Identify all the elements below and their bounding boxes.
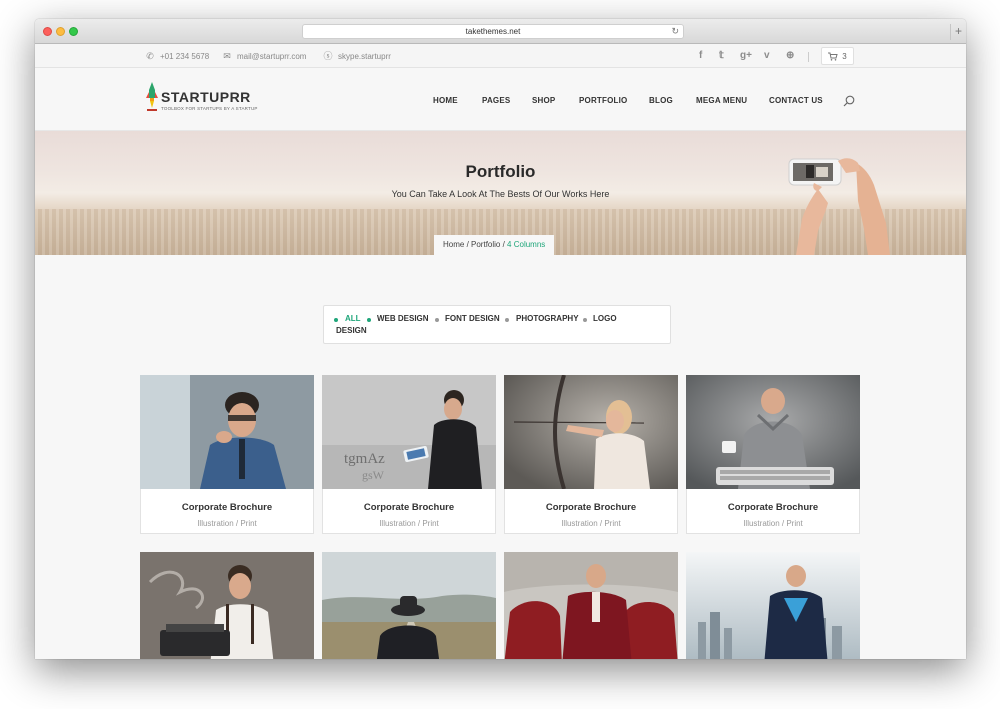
breadcrumb: Home / Portfolio / 4 Columns: [434, 235, 555, 255]
filter-bullet: [367, 318, 371, 322]
portfolio-category: Illustration / Print: [561, 519, 621, 528]
new-tab-button[interactable]: +: [950, 24, 966, 40]
reload-icon[interactable]: ↻: [671, 25, 679, 38]
filter-bullet: [435, 318, 439, 322]
portfolio-category: Illustration / Print: [743, 519, 803, 528]
filter-bullet: [334, 318, 338, 322]
phone-item: ✆ +01 234 5678: [145, 51, 209, 61]
breadcrumb-portfolio[interactable]: Portfolio: [471, 240, 500, 249]
filter-photography[interactable]: PHOTOGRAPHY: [516, 314, 579, 323]
dribbble-icon[interactable]: ⊕: [786, 50, 794, 61]
nav-home[interactable]: HOME: [433, 96, 458, 105]
portfolio-content: ALL WEB DESIGN FONT DESIGN PHOTOGRAPHY L…: [35, 255, 966, 659]
portfolio-card[interactable]: Corporate Brochure Illustration / Print: [140, 375, 314, 534]
minimize-window-button[interactable]: [56, 27, 65, 36]
filter-design[interactable]: DESIGN: [336, 326, 367, 335]
breadcrumb-current: 4 Columns: [507, 240, 546, 249]
portfolio-image: tgmAz gsW: [322, 375, 496, 489]
portfolio-image: [140, 375, 314, 489]
cart-icon: [828, 52, 838, 61]
filter-web-design[interactable]: WEB DESIGN: [377, 314, 429, 323]
close-window-button[interactable]: [43, 27, 52, 36]
portfolio-image: [504, 375, 678, 489]
facebook-icon[interactable]: f: [699, 50, 702, 61]
portfolio-category: Illustration / Print: [379, 519, 439, 528]
browser-window: takethemes.net ↻ + ✆ +01 234 5678 ✉ mail…: [35, 19, 966, 659]
svg-text:gsW: gsW: [362, 468, 385, 482]
portfolio-card[interactable]: [686, 552, 860, 659]
portfolio-image: [140, 552, 314, 659]
nav-shop[interactable]: SHOP: [532, 96, 555, 105]
address-text: takethemes.net: [465, 27, 521, 36]
vimeo-icon[interactable]: v: [764, 50, 770, 61]
twitter-icon[interactable]: 𝕥: [719, 50, 724, 61]
breadcrumb-separator: /: [464, 240, 472, 249]
filter-all[interactable]: ALL: [345, 314, 361, 323]
phone-icon: ✆: [146, 51, 154, 61]
address-bar[interactable]: takethemes.net ↻: [302, 24, 684, 39]
portfolio-card[interactable]: [140, 552, 314, 659]
mail-icon: ✉: [223, 51, 231, 61]
portfolio-title[interactable]: Corporate Brochure: [141, 502, 313, 513]
portfolio-title[interactable]: Corporate Brochure: [687, 502, 859, 513]
filter-logo[interactable]: LOGO: [593, 314, 617, 323]
portfolio-card[interactable]: Corporate Brochure Illustration / Print: [686, 375, 860, 534]
nav-mega-menu[interactable]: MEGA MENU: [696, 96, 747, 105]
svg-text:tgmAz: tgmAz: [344, 451, 385, 467]
rocket-logo-icon: [146, 82, 158, 111]
page-hero: Portfolio You Can Take A Look At The Bes…: [35, 131, 966, 255]
portfolio-card[interactable]: Corporate Brochure Illustration / Print: [504, 375, 678, 534]
portfolio-title[interactable]: Corporate Brochure: [323, 502, 495, 513]
maximize-window-button[interactable]: [69, 27, 78, 36]
email-text[interactable]: mail@startuprr.com: [237, 52, 306, 61]
portfolio-image: [686, 375, 860, 489]
portfolio-image: [322, 552, 496, 659]
skype-icon: ⓢ: [323, 51, 333, 61]
portfolio-image: [504, 552, 678, 659]
portfolio-title[interactable]: Corporate Brochure: [505, 502, 677, 513]
nav-contact-us[interactable]: CONTACT US: [769, 96, 823, 105]
email-item[interactable]: ✉ mail@startuprr.com: [222, 51, 306, 61]
portfolio-filter: ALL WEB DESIGN FONT DESIGN PHOTOGRAPHY L…: [323, 305, 671, 344]
nav-blog[interactable]: BLOG: [649, 96, 673, 105]
contact-bar: ✆ +01 234 5678 ✉ mail@startuprr.com ⓢ sk…: [35, 44, 966, 68]
breadcrumb-home[interactable]: Home: [443, 240, 464, 249]
cart-count: 3: [842, 51, 847, 61]
page-title: Portfolio: [465, 162, 536, 181]
portfolio-card[interactable]: [322, 552, 496, 659]
nav-portfolio[interactable]: PORTFOLIO: [579, 96, 627, 105]
portfolio-card[interactable]: tgmAz gsW Corporate Brochure Illustratio…: [322, 375, 496, 534]
google-plus-icon[interactable]: g+: [740, 50, 752, 61]
portfolio-image: [686, 552, 860, 659]
phone-text: +01 234 5678: [160, 51, 210, 61]
divider: [808, 52, 809, 62]
search-icon[interactable]: [843, 95, 855, 107]
cart-button[interactable]: 3: [821, 47, 854, 65]
browser-titlebar: takethemes.net ↻ +: [35, 19, 966, 44]
portfolio-card[interactable]: [504, 552, 678, 659]
filter-bullet: [505, 318, 509, 322]
skype-text[interactable]: skype.startuprr: [338, 52, 391, 61]
logo-name: STARTUPRR: [161, 89, 251, 105]
skype-item[interactable]: ⓢ skype.startuprr: [323, 51, 391, 61]
logo-tagline: TOOLBOX FOR STARTUPS BY A STARTUP: [161, 106, 258, 111]
filter-bullet: [583, 318, 587, 322]
nav-pages[interactable]: PAGES: [482, 96, 510, 105]
portfolio-category: Illustration / Print: [197, 519, 257, 528]
site-header: STARTUPRR TOOLBOX FOR STARTUPS BY A STAR…: [35, 69, 966, 131]
filter-font-design[interactable]: FONT DESIGN: [445, 314, 500, 323]
page-subtitle: You Can Take A Look At The Bests Of Our …: [391, 189, 610, 199]
